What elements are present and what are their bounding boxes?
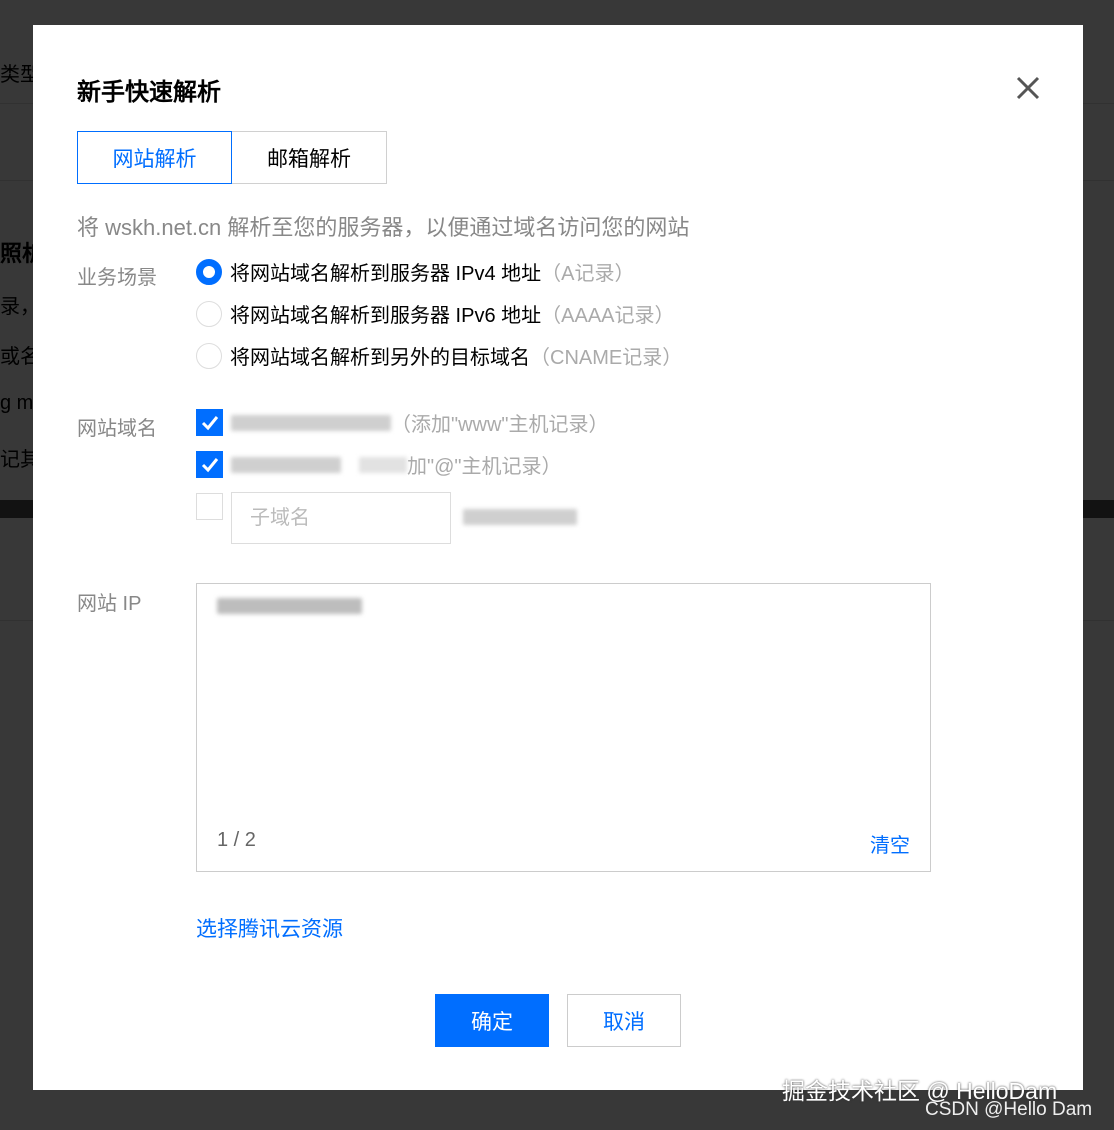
scenario-option-text: 将网站域名解析到服务器 IPv6 地址 <box>230 305 542 327</box>
checkbox-checked[interactable] <box>196 451 223 478</box>
scenario-option-cname[interactable]: 将网站域名解析到另外的目标域名 （CNAME记录） <box>196 341 682 370</box>
scenario-option-text: 将网站域名解析到另外的目标域名 <box>230 347 530 369</box>
scenario-option-hint: （A记录） <box>541 263 635 285</box>
csdn-watermark: CSDN @Hello Dam <box>925 1099 1093 1120</box>
subdomain-input[interactable] <box>231 492 451 544</box>
blurred-text <box>359 456 407 473</box>
scenario-option-ipv4[interactable]: 将网站域名解析到服务器 IPv4 地址 （A记录） <box>196 257 634 286</box>
blurred-domain <box>231 456 341 473</box>
check-icon <box>201 457 218 472</box>
checkbox-unchecked[interactable] <box>196 493 223 520</box>
radio-checked[interactable] <box>196 258 222 285</box>
select-tencent-resource-link[interactable]: 选择腾讯云资源 <box>196 913 343 943</box>
ip-label: 网站 IP <box>77 593 142 615</box>
domain-option-root[interactable]: 加"@"主机记录） <box>196 450 562 479</box>
tab-mailbox-resolve[interactable]: 邮箱解析 <box>232 131 387 184</box>
tab-website-resolve[interactable]: 网站解析 <box>77 131 232 184</box>
scenario-option-hint: （AAAA记录） <box>541 305 675 327</box>
cancel-button[interactable]: 取消 <box>567 994 681 1047</box>
domain-option-hint: （添加"www"主机记录） <box>391 414 609 436</box>
quick-dns-modal: 新手快速解析 网站解析 邮箱解析 将 wskh.net.cn 解析至您的服务器，… <box>33 25 1083 1090</box>
checkbox-checked[interactable] <box>196 409 223 436</box>
radio-unchecked[interactable] <box>196 342 222 369</box>
blurred-domain <box>231 414 391 431</box>
scenario-option-text: 将网站域名解析到服务器 IPv4 地址 <box>230 263 542 285</box>
domain-option-subdomain[interactable] <box>196 493 231 520</box>
ip-textarea[interactable]: 1 / 2 清空 <box>196 583 931 872</box>
confirm-button[interactable]: 确定 <box>435 994 549 1047</box>
close-icon <box>1016 76 1040 100</box>
blurred-root-domain <box>463 509 577 525</box>
close-button[interactable] <box>1013 73 1043 103</box>
modal-title: 新手快速解析 <box>77 79 221 106</box>
scenario-option-ipv6[interactable]: 将网站域名解析到服务器 IPv6 地址 （AAAA记录） <box>196 299 675 328</box>
radio-unchecked[interactable] <box>196 300 222 327</box>
ip-counter: 1 / 2 <box>217 829 256 851</box>
domain-label: 网站域名 <box>77 418 157 440</box>
scenario-option-hint: （CNAME记录） <box>530 347 683 369</box>
domain-option-hint: 加"@"主机记录） <box>407 456 562 478</box>
domain-option-www[interactable]: （添加"www"主机记录） <box>196 408 609 437</box>
clear-link[interactable]: 清空 <box>870 829 910 858</box>
resolve-tabs: 网站解析 邮箱解析 <box>77 131 387 184</box>
scenario-label: 业务场景 <box>77 267 157 289</box>
blurred-ip-value <box>217 598 362 614</box>
modal-description: 将 wskh.net.cn 解析至您的服务器，以便通过域名访问您的网站 <box>77 215 690 240</box>
check-icon <box>201 415 218 430</box>
